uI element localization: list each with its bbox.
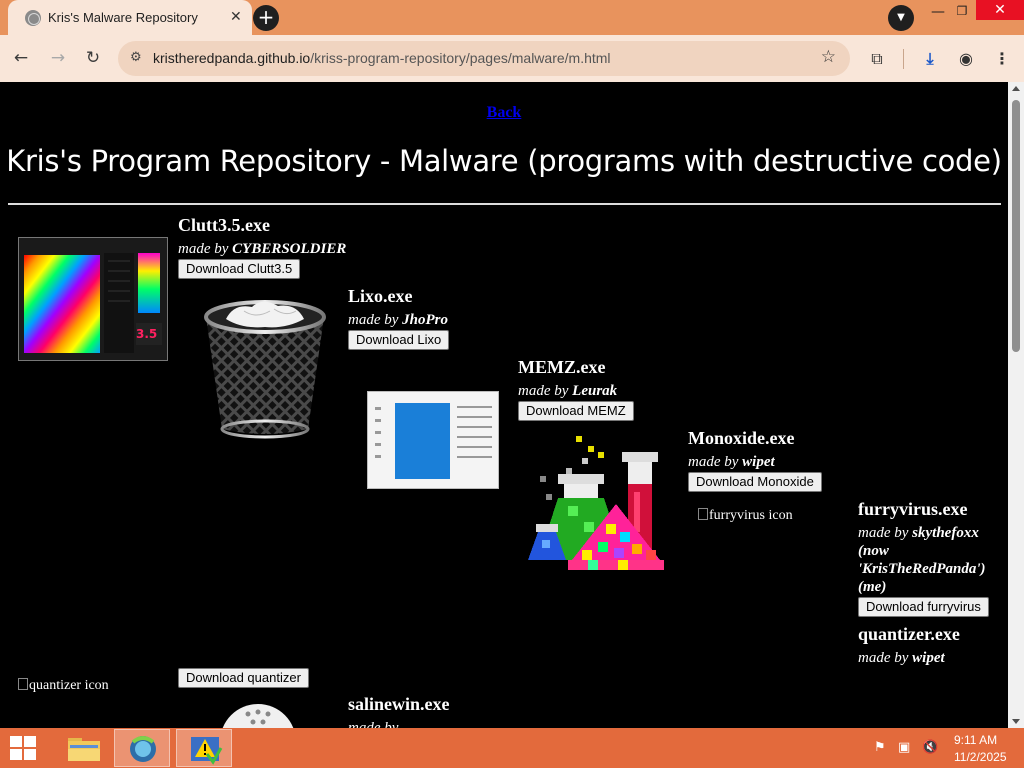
made-by-label: made by [178, 241, 229, 257]
extensions-icon[interactable]: ⧉ [866, 48, 888, 70]
program-name-memz: MEMZ.exe [518, 357, 606, 377]
windows-logo-icon-tile [24, 736, 36, 747]
download-furryvirus-button[interactable]: Download furryvirus [858, 597, 989, 617]
page-title: Kris's Program Repository - Malware (pro… [6, 144, 1002, 178]
tab-strip: Kris's Malware Repository ✕ + ▼ — ❐ ✕ [0, 0, 1024, 35]
download-icon[interactable]: ⤓ [919, 48, 941, 70]
app-taskbar-button[interactable] [176, 729, 232, 767]
clock-time[interactable]: 9:11 AM [954, 733, 997, 747]
browser-icon [130, 736, 156, 762]
windows-logo-icon-tile [10, 749, 22, 760]
windows-logo-icon [10, 736, 22, 747]
made-by-label: made by [858, 525, 909, 541]
window-close-button[interactable]: ✕ [976, 0, 1024, 20]
download-monoxide-button[interactable]: Download Monoxide [688, 472, 822, 492]
volume-muted-icon[interactable]: 🔇 [922, 740, 938, 755]
forward-arrow-icon[interactable]: → [46, 46, 70, 70]
program-author-quantizer: made by wipet [858, 649, 945, 667]
profile-icon[interactable]: ◉ [955, 48, 977, 70]
back-link[interactable]: Back [0, 104, 1008, 122]
minimize-button[interactable]: — [926, 4, 950, 20]
salinewin-icon [218, 702, 298, 728]
scrollbar-thumb[interactable] [1012, 100, 1020, 352]
horizontal-rule [8, 203, 1001, 205]
program-author-lixo: made by JhoPro [348, 311, 448, 329]
menu-icon[interactable]: ⋮ [991, 48, 1013, 70]
author-name: wipet [912, 650, 945, 666]
new-tab-button[interactable]: + [253, 5, 279, 31]
program-author-memz: made by Leurak [518, 382, 617, 400]
clutt-icon: 3.5 [18, 237, 168, 361]
author-name: JhoPro [402, 312, 448, 328]
page-scrollbar[interactable] [1008, 82, 1024, 728]
restore-button[interactable]: ❐ [950, 4, 974, 20]
program-name-monoxide: Monoxide.exe [688, 428, 795, 448]
program-name-lixo: Lixo.exe [348, 286, 413, 306]
made-by-label: made by [348, 720, 399, 728]
scroll-down-arrow-icon[interactable] [1012, 719, 1020, 724]
program-name-quantizer: quantizer.exe [858, 624, 960, 644]
author-name: wipet [742, 454, 775, 470]
browser-toolbar: ← → ↻ ⚙ kristheredpanda.github.io/kriss-… [0, 35, 1024, 82]
back-arrow-icon[interactable]: ← [9, 46, 33, 70]
download-lixo-button[interactable]: Download Lixo [348, 330, 450, 350]
browser-taskbar-button[interactable] [114, 729, 170, 767]
start-button[interactable] [10, 736, 36, 760]
program-author-salinewin: made by [348, 719, 398, 728]
clock-date[interactable]: 11/2/2025 [954, 750, 1007, 764]
tab-search-button[interactable]: ▼ [888, 5, 914, 31]
author-note: (now 'KrisTheRedPanda') (me) [858, 543, 986, 595]
made-by-label: made by [518, 383, 569, 399]
tab-title: Kris's Malware Repository [48, 10, 198, 25]
memz-notepad-icon [367, 391, 499, 489]
browser-tab[interactable]: Kris's Malware Repository ✕ [8, 0, 252, 35]
made-by-label: made by [688, 454, 739, 470]
author-name: Leurak [572, 383, 618, 399]
program-name-clutt: Clutt3.5.exe [178, 215, 270, 235]
file-explorer-taskbar-button[interactable] [56, 729, 112, 767]
furryvirus-broken-image: furryvirus icon [698, 508, 793, 524]
author-name: CYBERSOLDIER [232, 241, 347, 257]
network-icon[interactable]: ▣ [898, 740, 910, 755]
program-name-furryvirus: furryvirus.exe [858, 499, 968, 519]
windows-logo-icon-tile [24, 749, 36, 760]
flag-icon[interactable]: ⚑ [874, 740, 886, 755]
made-by-label: made by [858, 650, 909, 666]
program-name-salinewin: salinewin.exe [348, 694, 450, 714]
reload-icon[interactable]: ↻ [81, 46, 105, 70]
folder-icon [68, 738, 100, 761]
toolbar-divider [903, 49, 904, 69]
monoxide-flasks-icon [528, 434, 666, 580]
download-memz-button[interactable]: Download MEMZ [518, 401, 634, 421]
close-tab-icon[interactable]: ✕ [230, 8, 242, 26]
program-author-furryvirus: made by skythefoxx (now 'KrisTheRedPanda… [858, 524, 1003, 596]
download-quantizer-button[interactable]: Download quantizer [178, 668, 309, 688]
made-by-label: made by [348, 312, 399, 328]
globe-icon [25, 10, 41, 26]
clutt-icon-label: 3.5 [136, 327, 158, 341]
address-bar[interactable]: ⚙ kristheredpanda.github.io/kriss-progra… [118, 41, 850, 76]
author-name: skythefoxx [912, 525, 979, 541]
site-info-icon[interactable]: ⚙ [130, 50, 142, 65]
quantizer-broken-image: quantizer icon [18, 678, 109, 694]
scroll-up-arrow-icon[interactable] [1012, 86, 1020, 91]
bookmark-star-icon[interactable]: ☆ [821, 47, 836, 67]
url-path: /kriss-program-repository/pages/malware/… [310, 50, 611, 66]
url-host: kristheredpanda.github.io [153, 50, 311, 66]
url-text[interactable]: kristheredpanda.github.io/kriss-program-… [153, 50, 611, 66]
download-clutt-button[interactable]: Download Clutt3.5 [178, 259, 301, 279]
program-author-monoxide: made by wipet [688, 453, 775, 471]
program-author-clutt: made by CYBERSOLDIER [178, 240, 346, 258]
page-viewport: Back Kris's Program Repository - Malware… [0, 82, 1008, 728]
warning-app-icon [191, 737, 223, 765]
lixo-recycle-bin-icon [196, 297, 334, 442]
taskbar: ⚑ ▣ 🔇 9:11 AM 11/2/2025 [0, 728, 1024, 768]
